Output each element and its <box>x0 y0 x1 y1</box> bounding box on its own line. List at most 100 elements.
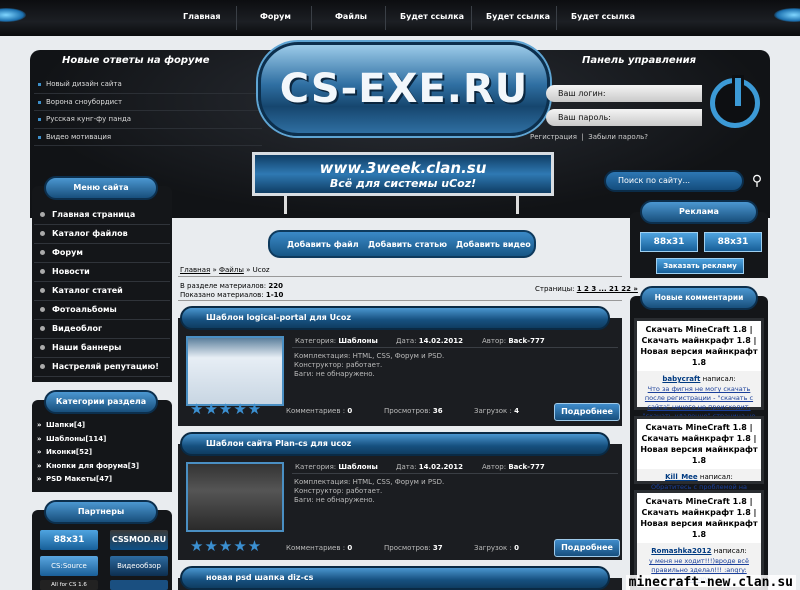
forgot-password-link[interactable]: Забыли пароль? <box>588 133 648 141</box>
nav-divider <box>385 6 386 30</box>
category-link[interactable]: Шапки[4] <box>34 419 170 433</box>
entry-desc-line: Конструктор: работает. <box>294 361 383 369</box>
entry-desc-line: Баги: не обнаружено. <box>294 370 375 378</box>
comment-topic[interactable]: Скачать MineCraft 1.8 | Скачать майнкраф… <box>637 321 761 371</box>
entry-views: Просмотров: 36 <box>384 407 443 415</box>
pagination-links[interactable]: 1 2 3 ... 21 22 » <box>577 285 638 293</box>
entry-author-value[interactable]: Back-777 <box>508 337 544 345</box>
entry-title[interactable]: Шаблон сайта Plan-cs для ucoz <box>180 432 610 456</box>
logo-text: CS-EXE.RU <box>279 66 529 112</box>
more-button[interactable]: Подробнее <box>554 539 620 557</box>
entry-divider <box>292 473 618 474</box>
menu-item-home[interactable]: Главная страница <box>34 206 170 225</box>
menu-item-forum[interactable]: Форум <box>34 244 170 263</box>
entry-views-value: 37 <box>432 544 443 552</box>
entry-title[interactable]: новая psd шапка diz-cs <box>180 566 610 590</box>
comment-user[interactable]: Romashka2012 <box>651 547 711 555</box>
forum-answer-link[interactable]: Новый дизайн сайта <box>34 76 262 94</box>
menu-item-reputation[interactable]: Настреляй репутацию! <box>34 358 170 377</box>
category-link[interactable]: PSD Макеты[47] <box>34 473 170 487</box>
ad-banner[interactable]: 88x31 <box>640 232 698 252</box>
entry-desc-line: Комплектация: HTML, CSS, Форум и PSD. <box>294 478 445 486</box>
banner-post <box>284 196 287 214</box>
partner-banner[interactable]: 88x31 <box>40 530 98 550</box>
comment-author-line: Kill_Mee написал: <box>637 469 761 481</box>
comment-topic[interactable]: Скачать MineCraft 1.8 | Скачать майнкраф… <box>637 419 761 469</box>
entry-divider <box>292 347 618 348</box>
login-input[interactable]: Ваш логин: <box>546 85 702 102</box>
partner-banner[interactable]: CS:Source <box>40 556 98 576</box>
more-button[interactable]: Подробнее <box>554 403 620 421</box>
nav-link-placeholder-2[interactable]: Будет ссылка <box>486 12 550 21</box>
materials-count: В разделе материалов: 220 <box>180 282 283 290</box>
partner-banner[interactable]: All for CS 1.6 <box>40 580 98 590</box>
shown-count: Показано материалов: 1-10 <box>180 291 283 299</box>
partners-title: Партнеры <box>44 500 158 524</box>
search-icon[interactable]: ⚲ <box>746 170 768 192</box>
comment-user[interactable]: babycraft <box>662 375 700 383</box>
menu-item-photos[interactable]: Фотоальбомы <box>34 301 170 320</box>
add-content-bar: Добавить файл Добавить статью Добавить в… <box>268 230 536 258</box>
add-article-button[interactable]: Добавить статью <box>368 240 447 249</box>
categories-title: Категории раздела <box>44 390 158 414</box>
entry-date: Дата: 14.02.2012 <box>396 337 463 345</box>
comment-item: Скачать MineCraft 1.8 | Скачать майнкраф… <box>634 318 764 429</box>
forum-answer-link[interactable]: Русская кунг-фу панда <box>34 111 262 129</box>
comment-wrote: написал: <box>700 375 736 383</box>
entry-category-value[interactable]: Шаблоны <box>338 337 377 345</box>
order-ad-button[interactable]: Заказать рекламу <box>656 258 744 274</box>
comment-topic[interactable]: Скачать MineCraft 1.8 | Скачать майнкраф… <box>637 493 761 543</box>
nav-link-placeholder-3[interactable]: Будет ссылка <box>571 12 635 21</box>
entry-thumbnail[interactable] <box>186 462 284 532</box>
menu-item-banners[interactable]: Наши баннеры <box>34 339 170 358</box>
partner-banner[interactable]: Видеообзор <box>110 556 168 576</box>
entry-title[interactable]: Шаблон logical-portal для Ucoz <box>180 306 610 330</box>
menu-item-articles[interactable]: Каталог статей <box>34 282 170 301</box>
search-input[interactable]: Поиск по сайту... <box>604 170 744 192</box>
pagination: Страницы: 1 2 3 ... 21 22 » <box>535 285 638 293</box>
breadcrumb-files[interactable]: Файлы <box>219 266 244 274</box>
category-link[interactable]: Иконки[52] <box>34 446 170 460</box>
entry-comments: Комментариев : 0 <box>286 544 352 552</box>
nav-link-files[interactable]: Файлы <box>335 12 367 21</box>
add-file-button[interactable]: Добавить файл <box>287 240 359 249</box>
password-input[interactable]: Ваш пароль: <box>546 109 702 126</box>
forum-answer-link[interactable]: Ворона сноубордист <box>34 94 262 111</box>
category-link[interactable]: Шаблоны[114] <box>34 433 170 447</box>
partner-banner[interactable]: CSSMOD.RU <box>110 530 168 550</box>
comment-user[interactable]: Kill_Mee <box>665 473 698 481</box>
rating-stars[interactable]: ★★★★★ <box>190 537 262 555</box>
rating-stars[interactable]: ★★★★★ <box>190 400 262 418</box>
ad-banner[interactable]: 88x31 <box>704 232 762 252</box>
entry-author-value[interactable]: Back-777 <box>508 463 544 471</box>
site-logo[interactable]: CS-EXE.RU <box>258 42 550 136</box>
entry-category: Категория: Шаблоны <box>295 463 378 471</box>
partner-banner[interactable] <box>110 580 168 590</box>
entry-category-value[interactable]: Шаблоны <box>338 463 377 471</box>
entry-downloads-value: 0 <box>514 544 519 552</box>
menu-item-files[interactable]: Каталог файлов <box>34 225 170 244</box>
entry-views-label: Просмотров: <box>384 544 433 552</box>
nav-divider <box>311 6 312 30</box>
add-video-button[interactable]: Добавить видео <box>456 240 531 249</box>
breadcrumb-home[interactable]: Главная <box>180 266 210 274</box>
header-banner[interactable]: www.3week.clan.su Всё для системы uCoz! <box>252 152 554 196</box>
forum-answer-link[interactable]: Видео мотивация <box>34 129 262 146</box>
nav-link-forum[interactable]: Форум <box>260 12 291 21</box>
entry-comments-label: Комментариев : <box>286 407 348 415</box>
entry-views: Просмотров: 37 <box>384 544 443 552</box>
materials-label: В разделе материалов: <box>180 282 269 290</box>
category-link[interactable]: Кнопки для форума[3] <box>34 460 170 474</box>
entry-views-label: Просмотров: <box>384 407 433 415</box>
power-login-icon[interactable] <box>710 75 760 128</box>
register-link[interactable]: Регистрация <box>530 133 577 141</box>
entry-thumbnail[interactable] <box>186 336 284 406</box>
menu-item-news[interactable]: Новости <box>34 263 170 282</box>
site-menu-title: Меню сайта <box>44 176 158 200</box>
entry-comments: Комментариев : 0 <box>286 407 352 415</box>
breadcrumb-divider <box>178 276 622 277</box>
menu-item-videoblog[interactable]: Видеоблог <box>34 320 170 339</box>
nav-link-placeholder-1[interactable]: Будет ссылка <box>400 12 464 21</box>
nav-link-home[interactable]: Главная <box>183 12 220 21</box>
entry-date-label: Дата: <box>396 463 419 471</box>
